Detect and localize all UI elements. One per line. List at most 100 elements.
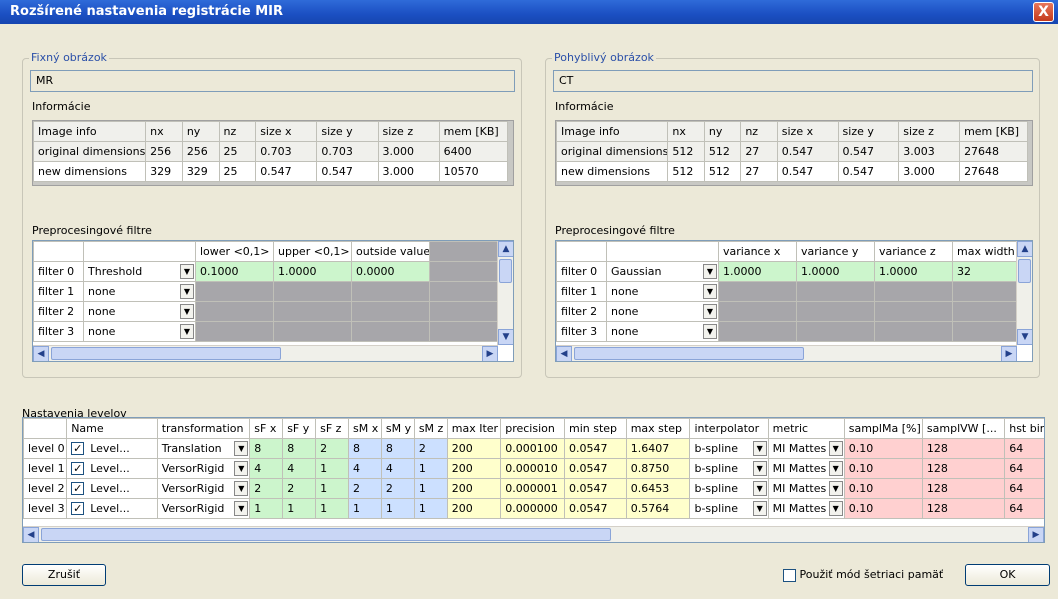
scroll-thumb[interactable] (499, 259, 512, 283)
filter-row[interactable]: filter 2 none ▼ (33, 301, 499, 322)
level-row[interactable]: level 2 ✓ Level... VersorRigid ▼ 2 2 1 2 2 1 200 0.0… (23, 478, 1044, 499)
filter-row[interactable]: filter 0 Gaussian ▼ 1.0000 1.0000 1.0000 32 (556, 261, 1022, 282)
dropdown-arrow-icon[interactable]: ▼ (752, 481, 767, 496)
dropdown-arrow-icon[interactable]: ▼ (828, 441, 843, 456)
scroll-right-icon[interactable]: ▶ (1001, 346, 1017, 361)
cancel-button[interactable]: Zrušiť (22, 564, 106, 586)
metric-select[interactable]: MI Mattes ▼ (767, 478, 845, 499)
dropdown-arrow-icon[interactable]: ▼ (180, 264, 194, 279)
level-value-cell[interactable]: 1.6407 (625, 438, 691, 459)
dropdown-arrow-icon[interactable]: ▼ (234, 461, 249, 476)
dropdown-arrow-icon[interactable]: ▼ (828, 481, 843, 496)
filter-type-select[interactable]: none ▼ (606, 281, 719, 302)
filter-value-cell[interactable]: 1.0000 (718, 261, 797, 282)
level-value-cell[interactable]: 0.10 (843, 458, 923, 479)
dropdown-arrow-icon[interactable]: ▼ (234, 501, 249, 516)
level-value-cell[interactable]: 0.0547 (563, 478, 627, 499)
dropdown-arrow-icon[interactable]: ▼ (703, 264, 717, 279)
level-value-cell[interactable]: 200 (446, 478, 502, 499)
scroll-left-icon[interactable]: ◀ (23, 527, 39, 542)
scroll-thumb[interactable] (51, 347, 281, 360)
level-value-cell[interactable]: 64 (1004, 478, 1044, 499)
levels-grid[interactable]: Name transformation sF x sF y sF z sM x sM y sM… (22, 417, 1045, 543)
scroll-right-icon[interactable]: ▶ (1028, 527, 1044, 542)
transformation-select[interactable]: VersorRigid ▼ (156, 498, 251, 519)
level-value-cell[interactable]: 200 (446, 498, 502, 519)
level-value-cell[interactable]: 0.10 (843, 498, 923, 519)
filter-row[interactable]: filter 1 none ▼ (556, 281, 1022, 302)
level-value-cell[interactable]: 0.0547 (563, 498, 627, 519)
level-value-cell[interactable]: 2 (348, 478, 382, 499)
dropdown-arrow-icon[interactable]: ▼ (234, 441, 249, 456)
filter-type-select[interactable]: none ▼ (83, 281, 196, 302)
level-value-cell[interactable]: 1 (380, 498, 415, 519)
dropdown-arrow-icon[interactable]: ▼ (828, 461, 843, 476)
level-row[interactable]: level 0 ✓ Level... Translation ▼ 8 8 2 8 8 2 200 0.0… (23, 438, 1044, 459)
level-value-cell[interactable]: 128 (921, 438, 1006, 459)
fixed-filter-vscroll[interactable]: ▲ ▼ (497, 241, 513, 345)
filter-type-select[interactable]: none ▼ (83, 321, 196, 342)
metric-select[interactable]: MI Mattes ▼ (767, 438, 845, 459)
scroll-left-icon[interactable]: ◀ (33, 346, 49, 361)
level-value-cell[interactable]: 128 (921, 498, 1006, 519)
level-value-cell[interactable]: 1 (315, 478, 350, 499)
filter-row[interactable]: filter 2 none ▼ (556, 301, 1022, 322)
filter-row[interactable]: filter 0 Threshold ▼ 0.1000 1.0000 0.0000 (33, 261, 499, 282)
dropdown-arrow-icon[interactable]: ▼ (752, 441, 767, 456)
dropdown-arrow-icon[interactable]: ▼ (703, 284, 717, 299)
filter-type-select[interactable]: none ▼ (606, 321, 719, 342)
memory-mode-checkbox[interactable] (783, 568, 796, 582)
level-value-cell[interactable]: 1 (249, 498, 284, 519)
level-value-cell[interactable]: 200 (446, 438, 502, 459)
level-value-cell[interactable]: 8 (348, 438, 382, 459)
level-name-cell[interactable]: ✓ Level... (66, 498, 158, 519)
level-value-cell[interactable]: 1 (348, 498, 382, 519)
scroll-up-icon[interactable]: ▲ (1017, 241, 1032, 257)
level-value-cell[interactable]: 64 (1004, 458, 1044, 479)
scroll-down-icon[interactable]: ▼ (1017, 329, 1032, 345)
filter-type-select[interactable]: Gaussian ▼ (606, 261, 719, 282)
level-value-cell[interactable]: 8 (249, 438, 284, 459)
level-value-cell[interactable]: 0.6453 (625, 478, 691, 499)
scroll-thumb[interactable] (574, 347, 804, 360)
level-value-cell[interactable]: 4 (380, 458, 415, 479)
level-row[interactable]: level 3 ✓ Level... VersorRigid ▼ 1 1 1 1 1 1 200 0.0… (23, 498, 1044, 519)
level-value-cell[interactable]: 0.000100 (500, 438, 565, 459)
transformation-select[interactable]: VersorRigid ▼ (156, 458, 251, 479)
metric-select[interactable]: MI Mattes ▼ (767, 498, 845, 519)
level-value-cell[interactable]: 128 (921, 458, 1006, 479)
level-value-cell[interactable]: 0.10 (843, 438, 923, 459)
scroll-left-icon[interactable]: ◀ (556, 346, 572, 361)
level-enabled-checkbox[interactable]: ✓ (71, 502, 85, 516)
level-value-cell[interactable]: 1 (282, 498, 317, 519)
filter-value-cell[interactable]: 0.0000 (351, 261, 430, 282)
level-value-cell[interactable]: 2 (249, 478, 284, 499)
level-enabled-checkbox[interactable]: ✓ (71, 482, 85, 496)
level-value-cell[interactable]: 1 (413, 458, 448, 479)
level-value-cell[interactable]: 8 (282, 438, 317, 459)
level-value-cell[interactable]: 0.5764 (625, 498, 691, 519)
filter-value-cell[interactable]: 0.1000 (195, 261, 274, 282)
filter-type-select[interactable]: Threshold ▼ (83, 261, 196, 282)
filter-type-select[interactable]: none ▼ (83, 301, 196, 322)
filter-type-select[interactable]: none ▼ (606, 301, 719, 322)
level-value-cell[interactable]: 1 (315, 458, 350, 479)
moving-filter-vscroll[interactable]: ▲ ▼ (1016, 241, 1032, 345)
scroll-thumb[interactable] (41, 528, 611, 541)
interpolator-select[interactable]: b-spline ▼ (689, 498, 769, 519)
level-value-cell[interactable]: 4 (348, 458, 382, 479)
dropdown-arrow-icon[interactable]: ▼ (828, 501, 843, 516)
interpolator-select[interactable]: b-spline ▼ (689, 438, 769, 459)
dropdown-arrow-icon[interactable]: ▼ (703, 324, 717, 339)
levels-hscroll[interactable]: ◀ ▶ (23, 526, 1044, 542)
level-name-cell[interactable]: ✓ Level... (66, 458, 158, 479)
memory-mode-option[interactable]: Použiť mód šetriaci pamäť (783, 568, 943, 582)
dropdown-arrow-icon[interactable]: ▼ (180, 284, 194, 299)
filter-value-cell[interactable]: 1.0000 (273, 261, 352, 282)
level-name-cell[interactable]: ✓ Level... (66, 438, 158, 459)
dropdown-arrow-icon[interactable]: ▼ (752, 501, 767, 516)
dropdown-arrow-icon[interactable]: ▼ (180, 324, 194, 339)
level-value-cell[interactable]: 2 (413, 438, 448, 459)
level-enabled-checkbox[interactable]: ✓ (71, 462, 85, 476)
level-value-cell[interactable]: 2 (380, 478, 415, 499)
